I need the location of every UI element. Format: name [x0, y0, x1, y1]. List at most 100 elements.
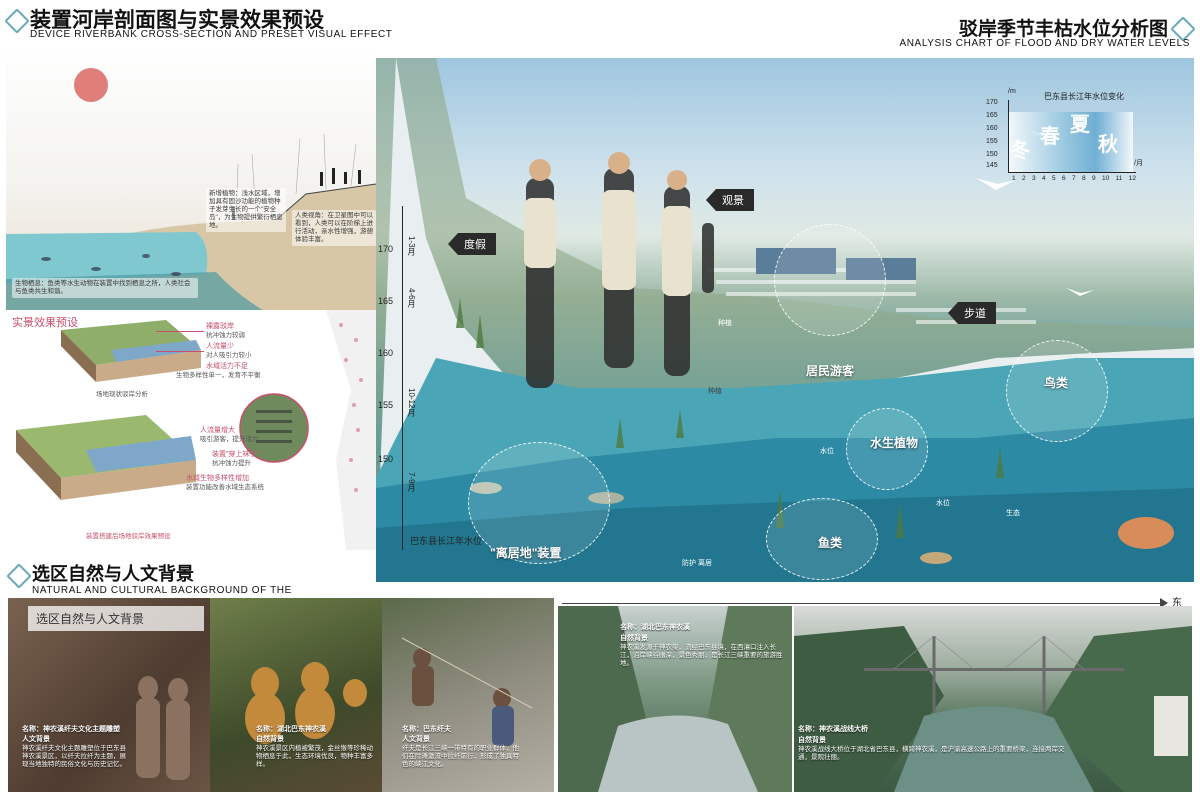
preset-bottom-labels: 人流量增大 吸引游客，提升活力 装置"穿上袜子" 抗冲蚀力提升 水域生物多样性增…	[176, 426, 264, 492]
photo-2-sub: 自然背景	[256, 736, 284, 743]
preset-top-label-1: 裸露驳岸	[206, 323, 234, 330]
inset-x-tick: 9	[1092, 175, 1096, 182]
preset-bottom-label-1: 人流量增大	[200, 427, 235, 434]
inset-x-tick: 7	[1072, 175, 1076, 182]
riverbank-section-panel: 新增植物：浅水区域，增加具有固沙功能的植物种子发芽生长的一个"安全岛"，为生物提…	[6, 44, 376, 312]
inset-x-tick: 8	[1082, 175, 1086, 182]
photo-3-sub: 人文背景	[402, 736, 430, 743]
inset-season: 秋	[1098, 134, 1118, 156]
bridge-scene	[794, 626, 1192, 792]
residents-bubble	[774, 224, 886, 336]
axis-month-1: 1-3月	[407, 236, 416, 256]
habitat-label: "离居地"装置	[490, 546, 562, 560]
water-level-inset: 巴东县长江年水位变化 /m 170 165 160 155 150 145 冬 …	[982, 88, 1152, 200]
water-level-visual: 度假 观景 步道 居民游客 鸟类 水生植物 鱼类 "离居地"装置 种植 种植 水…	[376, 58, 1194, 582]
axis-caption: 巴东县长江年水位	[410, 536, 483, 546]
header-right-title: 驳岸季节丰枯水位分析图	[958, 18, 1168, 40]
bottom-header-icon	[6, 563, 32, 589]
photo-3-title: 名称：巴东纤夫	[402, 726, 451, 733]
preset-bottom-caption: 装置搭建后场地驳岸效果预设	[86, 533, 171, 540]
preset-effect-panel: 实景效果预设 裸露驳岸 抗冲蚀力较弱 人流量少 对人吸引力较小 水域活力不足 生…	[6, 310, 376, 550]
birds-bubble	[1006, 340, 1108, 442]
bottom-title: 选区自然与人文背景	[32, 564, 194, 585]
inset-x-tick: 2	[1022, 175, 1026, 182]
birds-label: 鸟类	[1044, 376, 1069, 390]
photo-4-sub: 自然背景	[620, 635, 648, 642]
preset-top-label-2: 人流量少	[206, 343, 234, 350]
inset-title: 巴东县长江年水位变化	[1044, 92, 1124, 101]
inset-y-tick: 155	[986, 138, 998, 145]
preset-top-caption: 场地现状驳岸分析	[96, 391, 148, 398]
inset-y-tick: 170	[986, 99, 998, 106]
inset-season: 春	[1040, 126, 1060, 148]
photo-2-title: 名称：湖北巴东神农溪	[256, 726, 326, 733]
inset-y-unit: /m	[1008, 88, 1016, 95]
header-left-subtitle: DEVICE RIVERBANK CROSS-SECTION AND PRESE…	[30, 29, 393, 40]
small-label: 水位	[936, 500, 950, 507]
axis-tick-150: 150	[378, 454, 394, 464]
header-right-subtitle: ANALYSIS CHART OF FLOOD AND DRY WATER LE…	[899, 38, 1190, 49]
axis-tick-170: 170	[378, 244, 394, 254]
photo-gorge: 名称：湖北巴东神农溪 自然背景 神农溪发源于神农架，流经巴东县境，在西瀼口注入长…	[558, 606, 792, 792]
inset-x-tick: 5	[1052, 175, 1056, 182]
inset-y-tick: 165	[986, 112, 998, 119]
inset-x-unit: /月	[1134, 160, 1143, 167]
inset-x-tick: 10	[1102, 175, 1110, 182]
preset-bottom-label-3: 水域生物多样性增加	[186, 475, 249, 482]
small-label: 种植	[718, 320, 732, 327]
inset-x-tick: 11	[1115, 175, 1123, 182]
preset-top-sub-2: 对人吸引力较小	[206, 352, 252, 359]
axis-tick-160: 160	[378, 348, 394, 358]
small-label: 生态	[1006, 510, 1020, 517]
preset-bottom-label-2: 装置"穿上袜子"	[212, 451, 259, 458]
photo-5-sub: 自然背景	[798, 737, 826, 744]
preset-top-sub-1: 抗冲蚀力较弱	[206, 332, 245, 339]
walkway-tag: 步道	[948, 302, 996, 324]
gorge-scene	[558, 606, 792, 792]
section-note-1: 新增植物：浅水区域，增加具有固沙功能的植物种子发芽生长的一个"安全岛"，为生物提…	[206, 188, 286, 232]
section-illustration	[6, 133, 376, 312]
photo-sculpture: 选区自然与人文背景 名称：神农溪纤夫文化主题雕塑 人文背景 神农溪纤夫文化主题雕…	[8, 598, 210, 792]
photo-5-title: 名称：神农溪战线大桥	[798, 726, 868, 733]
inset-x-tick: 1	[1012, 175, 1016, 182]
photo-4-title: 名称：湖北巴东神农溪	[620, 624, 690, 631]
inset-x-ticks: 1 2 3 4 5 6 7 8 9 10 11 12	[1012, 175, 1136, 182]
inset-season: 夏	[1070, 114, 1090, 136]
viewing-tag: 观景	[706, 189, 754, 211]
photo-2-text: 神农溪景区内植被繁茂，金丝猴等珍稀动物栖息于此，生态环境优良，物种丰富多样。	[256, 745, 373, 768]
vacation-tag: 度假	[448, 233, 496, 255]
inset-y-tick: 160	[986, 125, 998, 132]
photo-1-title: 名称：神农溪纤夫文化主题雕塑	[22, 726, 120, 733]
axis-month-3: 10-12月	[407, 388, 416, 417]
bottom-subtitle: NATURAL AND CULTURAL BACKGROUND OF THE	[32, 585, 292, 596]
photo-trackers: 名称：巴东纤夫 人文背景 纤夫是长江三峡一带特有的职业群体，他们在险滩激流中拉纤…	[382, 598, 554, 792]
inset-x-tick: 3	[1032, 175, 1036, 182]
preset-bottom-sub-1: 吸引游客，提升活力	[200, 436, 259, 443]
inset-y-tick: 145	[986, 162, 998, 169]
inset-x-tick: 12	[1128, 175, 1136, 182]
axis-month-2: 4-6月	[407, 288, 416, 308]
inset-season: 冬	[1010, 140, 1030, 162]
fish-label: 鱼类	[818, 536, 843, 550]
inset-y-tick: 150	[986, 151, 998, 158]
preset-top-label-3: 水域活力不足	[206, 363, 248, 370]
preset-bottom-sub-2: 抗冲蚀力提升	[212, 460, 251, 467]
inset-axis-x	[1008, 172, 1136, 173]
small-label: 种植	[708, 388, 722, 395]
water-level-axis	[402, 206, 403, 550]
section-note-2: 人类视角：在卫星图中可以看到，人类可以在阶梯上进行活动，亲水性增强，游憩体验丰富…	[292, 210, 376, 246]
photo-monkeys: 名称：湖北巴东神农溪 自然背景 神农溪景区内植被繁茂，金丝猴等珍稀动物栖息于此，…	[210, 598, 382, 792]
leader-line	[156, 351, 204, 352]
photo-1-text: 神农溪纤夫文化主题雕塑位于巴东县神农溪景区，以纤夫拉纤为主题，展现当地独特的民俗…	[22, 745, 126, 768]
residents-label: 居民游客	[806, 364, 855, 378]
photo-1-sub: 人文背景	[22, 736, 50, 743]
axis-month-4: 7-9月	[407, 472, 416, 492]
inset-x-tick: 4	[1042, 175, 1046, 182]
header-left-icon	[4, 8, 30, 34]
axis-tick-155: 155	[378, 400, 394, 410]
inset-x-tick: 6	[1062, 175, 1066, 182]
photo-4-text: 神农溪发源于神农架，流经巴东县境，在西瀼口注入长江，沿岸峡谷幽深，景色秀丽，是长…	[620, 644, 783, 667]
section-note-3: 生物栖息：鱼类等水生动物在装置中找到栖息之所，人类社会与鱼类共生和谐。	[12, 278, 198, 298]
small-label: 防护 离居	[682, 560, 712, 567]
preset-top-sub-3: 生物多样性单一，发育不平衡	[176, 372, 261, 379]
